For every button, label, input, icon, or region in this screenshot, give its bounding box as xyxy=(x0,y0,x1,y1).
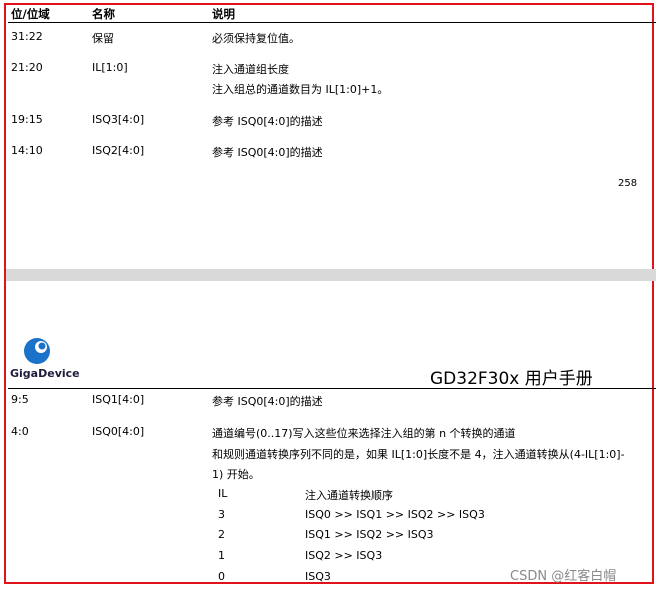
subtable-header-order: 注入通道转换顺序 xyxy=(305,489,393,502)
row-desc: 参考 ISQ0[4:0]的描述 xyxy=(212,146,323,159)
page-number: 258 xyxy=(618,178,638,189)
csdn-watermark: CSDN @红客白帽 xyxy=(510,569,617,584)
row-desc: 通道编号(0..17)写入这些位来选择注入组的第 n 个转换的通道 xyxy=(212,427,516,440)
row-name: ISQ2[4:0] xyxy=(92,144,145,157)
subtable-il: 0 xyxy=(218,570,225,583)
row-bits: 19:15 xyxy=(11,113,43,126)
subtable-order: ISQ0 >> ISQ1 >> ISQ2 >> ISQ3 xyxy=(305,508,485,521)
header-rule xyxy=(8,22,656,23)
header-bits: 位/位域 xyxy=(11,7,50,21)
row-name: ISQ0[4:0] xyxy=(92,425,145,438)
row-desc: 必须保持复位值。 xyxy=(212,32,300,45)
row-desc: 参考 ISQ0[4:0]的描述 xyxy=(212,395,323,408)
row-name: IL[1:0] xyxy=(92,61,128,74)
subtable-order: ISQ3 xyxy=(305,570,331,583)
gigadevice-logo-icon xyxy=(22,336,52,366)
subtable-il: 3 xyxy=(218,508,225,521)
header-desc: 说明 xyxy=(212,7,235,21)
header-name: 名称 xyxy=(92,7,115,21)
subtable-order: ISQ1 >> ISQ2 >> ISQ3 xyxy=(305,528,434,541)
row-desc: 注入通道组长度 xyxy=(212,63,289,76)
row-bits: 31:22 xyxy=(11,30,43,43)
row-bits: 14:10 xyxy=(11,144,43,157)
subtable-header-il: IL xyxy=(218,487,228,500)
row-name: 保留 xyxy=(92,32,114,45)
subtable-il: 2 xyxy=(218,528,225,541)
subtable-order: ISQ2 >> ISQ3 xyxy=(305,549,383,562)
document-title: GD32F30x 用户手册 xyxy=(430,369,593,389)
row-desc: 参考 ISQ0[4:0]的描述 xyxy=(212,115,323,128)
page-separator xyxy=(6,269,656,281)
row-name: ISQ1[4:0] xyxy=(92,393,145,406)
logo-text: GigaDevice xyxy=(10,367,80,380)
row-desc-line: 注入组总的通道数目为 IL[1:0]+1。 xyxy=(212,83,389,96)
row-bits: 21:20 xyxy=(11,61,43,74)
row-desc-line: 1) 开始。 xyxy=(212,468,260,481)
row-bits: 4:0 xyxy=(11,425,29,438)
row-name: ISQ3[4:0] xyxy=(92,113,145,126)
subtable-il: 1 xyxy=(218,549,225,562)
row-desc-line: 和规则通道转换序列不同的是，如果 IL[1:0]长度不是 4，注入通道转换从(4… xyxy=(212,448,625,461)
title-rule xyxy=(8,388,656,389)
row-bits: 9:5 xyxy=(11,393,29,406)
